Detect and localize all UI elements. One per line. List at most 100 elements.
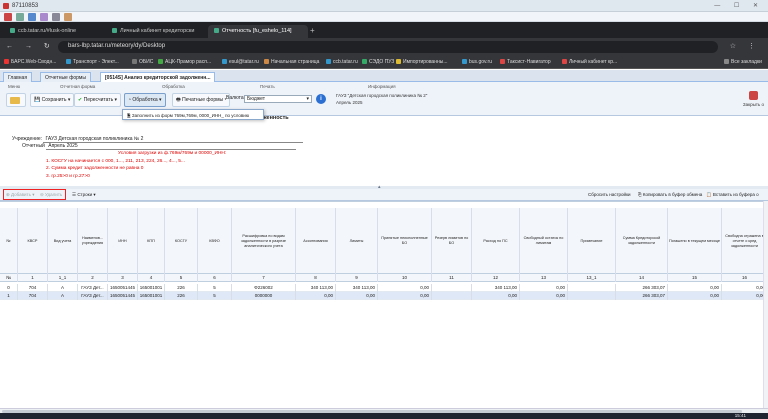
window-controls[interactable]: — ☐ ✕ [714, 2, 764, 9]
browser-tab-2[interactable]: Отчетность [fu_eshelo_114] [208, 25, 308, 38]
process-button[interactable]: ◔ Обработка ▾ [124, 93, 166, 107]
table-cell[interactable]: 704 [18, 284, 48, 292]
app-tab-main[interactable]: Главная [3, 72, 33, 82]
column-header[interactable]: Вид учета [48, 208, 78, 274]
table-cell[interactable]: 226 [165, 292, 198, 300]
info-icon[interactable]: i [316, 94, 326, 104]
table-cell[interactable]: 5 [198, 292, 232, 300]
bookmark-item[interactable]: Импортированны... [396, 59, 448, 65]
table-cell[interactable]: ГАУЗ Дет... [78, 292, 108, 300]
add-row-button[interactable]: ⊕ Добавить ▾ [6, 192, 34, 198]
print-forms-button[interactable]: 🖶 Печатные формы ▾ [172, 93, 231, 107]
table-cell[interactable]: 340 113,00 [472, 284, 520, 292]
column-header[interactable]: № [0, 208, 18, 274]
column-header[interactable]: Примечание [568, 208, 616, 274]
browser-menu-icon[interactable]: ☆ ⋮ [730, 42, 760, 50]
bookmark-item[interactable]: ОБИС [132, 59, 153, 65]
table-cell[interactable]: 165001001 [138, 284, 165, 292]
delete-row-button[interactable]: ⊖ Удалить [40, 192, 62, 198]
table-cell[interactable]: 0,00 [520, 284, 568, 292]
browser-tab-0[interactable]: ccb.tatar.ru/#lusk-online [4, 25, 104, 38]
table-cell[interactable] [568, 284, 616, 292]
table-cell[interactable]: 5 [198, 284, 232, 292]
institution-value[interactable]: ГАУЗ Детская городская поликлиника № 2 [43, 136, 304, 143]
app-tab-current-report[interactable]: [0514S] Анализ кредиторской задолженн... [100, 72, 216, 82]
table-cell[interactable]: 226 [165, 284, 198, 292]
copy-clipboard-button[interactable]: ⎘ Копировать в буфер обмена [638, 192, 702, 197]
table-cell[interactable]: 266 303,07 [616, 292, 668, 300]
browser-tab-1[interactable]: Личный кабинет кредиторски [106, 25, 206, 38]
table-cell[interactable]: 0,00 [722, 284, 768, 292]
menu-folder-button[interactable] [6, 93, 26, 107]
table-row[interactable]: 0 704 А ГАУЗ Дет... 1650051445 165001001 226 5 Ф… [0, 284, 768, 292]
bookmark-item[interactable]: АЦК-Прамор расп... [158, 59, 211, 65]
column-header[interactable]: Свободна отражена в отчете о кред задолж… [722, 208, 768, 274]
table-cell[interactable]: 1650051445 [108, 292, 138, 300]
tool-icon[interactable] [40, 13, 48, 21]
table-cell[interactable]: 0,00 [722, 292, 768, 300]
table-cell[interactable] [432, 292, 472, 300]
tool-icon[interactable] [64, 13, 72, 21]
table-cell[interactable]: 1 [0, 292, 18, 300]
table-cell[interactable]: 0 [0, 284, 18, 292]
table-cell[interactable]: 0,00 [336, 292, 378, 300]
column-header[interactable]: ИНН [108, 208, 138, 274]
bookmark-item[interactable]: Транспорт - Элект... [66, 59, 119, 65]
table-cell[interactable]: 0000000 [232, 292, 296, 300]
table-cell[interactable]: 0,00 [378, 292, 432, 300]
column-header[interactable]: Ассигнования [296, 208, 336, 274]
table-cell[interactable]: 340 113,00 [336, 284, 378, 292]
table-cell[interactable]: 340 113,00 [296, 284, 336, 292]
bookmark-item[interactable]: Личный кабинет кр... [562, 59, 617, 65]
recalc-button[interactable]: ✔ Пересчитать ▾ [74, 93, 122, 107]
reset-settings-button[interactable]: Сбросить настройки [588, 192, 631, 197]
bookmark-item[interactable]: БАРС.Web-Сводн... [4, 59, 56, 65]
table-cell[interactable]: 0,00 [520, 292, 568, 300]
url-input[interactable]: bars-lbp.tatar.ru/meteory/dy/Desktop [58, 41, 718, 53]
table-cell[interactable]: 165001001 [138, 292, 165, 300]
column-header[interactable]: Принятые неисполненные БО [378, 208, 432, 274]
column-header[interactable]: Свободный остаток по лимитам [520, 208, 568, 274]
table-cell[interactable]: 1650051445 [108, 284, 138, 292]
paste-clipboard-button[interactable]: 📋 Вставить из буфера о [706, 192, 759, 198]
new-tab-icon[interactable]: + [310, 26, 315, 35]
column-header[interactable]: Лимиты [336, 208, 378, 274]
bookmark-item[interactable]: Все закладки [724, 59, 762, 65]
tool-icon[interactable] [52, 13, 60, 21]
table-cell[interactable]: 266 303,07 [616, 284, 668, 292]
table-cell[interactable] [432, 284, 472, 292]
column-header[interactable]: Расход по ПС [472, 208, 520, 274]
column-header[interactable]: Сумма Кредиторской задолженности [616, 208, 668, 274]
vertical-scrollbar[interactable] [763, 201, 768, 408]
column-header[interactable]: КВСР [18, 208, 48, 274]
table-cell[interactable]: 0,00 [668, 284, 722, 292]
bookmark-item[interactable]: esul@tatar.ru [222, 59, 259, 65]
close-form-button[interactable]: Закрыть о [743, 102, 764, 107]
table-cell[interactable]: А [48, 292, 78, 300]
column-header[interactable]: КПП [138, 208, 165, 274]
table-cell[interactable]: 0,00 [668, 292, 722, 300]
table-cell[interactable] [568, 292, 616, 300]
rows-menu-button[interactable]: ☰ Строки ▾ [72, 192, 96, 198]
bookmark-item[interactable]: bus.gov.ru [462, 59, 492, 65]
tool-icon[interactable] [16, 13, 24, 21]
table-row[interactable]: 1 704 А ГАУЗ Дет... 1650051445 165001001 226 5 0… [0, 292, 768, 300]
process-dropdown-item[interactable]: 🗎 Заполнить из форм 769м,769м, 0000_ИНН_… [122, 109, 264, 120]
close-icon[interactable] [749, 91, 758, 100]
table-cell[interactable]: 0,00 [296, 292, 336, 300]
period-value[interactable]: Апрель 2025 [46, 143, 297, 150]
bookmark-item[interactable]: Таксист-Навигатор [500, 59, 551, 65]
app-tab-report-forms[interactable]: Отчетные формы [40, 72, 91, 82]
table-cell[interactable]: 0,00 [378, 284, 432, 292]
column-header[interactable]: КОСГУ [165, 208, 198, 274]
nav-buttons[interactable]: ← → ↻ [6, 42, 55, 50]
bookmark-item[interactable]: СЭДО ПУЗ [362, 59, 394, 65]
tool-icon[interactable] [4, 13, 12, 21]
bookmark-item[interactable]: ccb.tatar.ru [326, 59, 358, 65]
column-header[interactable]: Расшифровка по видам задолженности в раз… [232, 208, 296, 274]
table-cell[interactable]: ГАУЗ Дет... [78, 284, 108, 292]
table-cell[interactable]: А [48, 284, 78, 292]
table-cell[interactable]: 0,00 [472, 292, 520, 300]
column-header[interactable]: Погашено в текущем месяце [668, 208, 722, 274]
save-button[interactable]: 💾 Сохранить ▾ [30, 93, 75, 107]
